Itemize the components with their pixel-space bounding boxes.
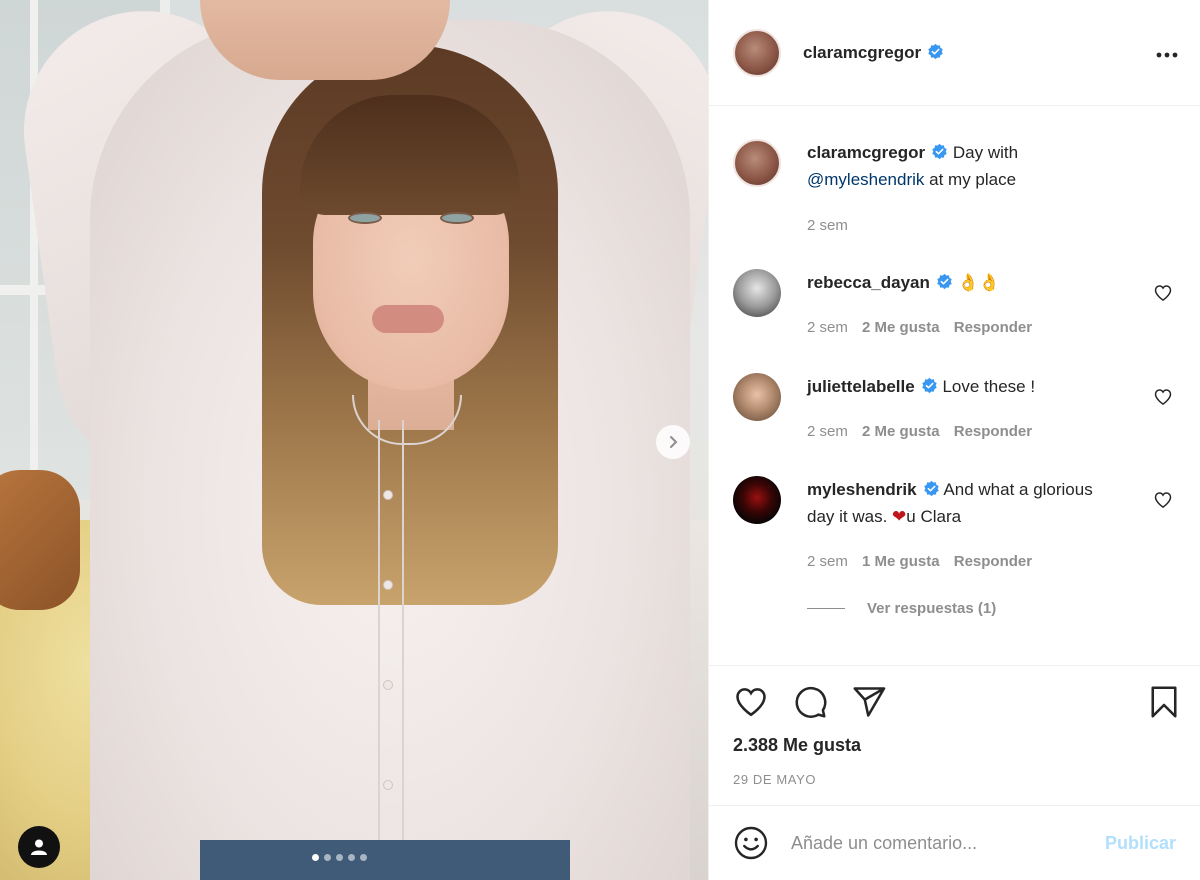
verified-badge-icon: [937, 273, 952, 290]
comment-content: 👌👌: [957, 273, 1000, 292]
photo-shirt-button: [383, 780, 393, 790]
comment-icon[interactable]: [792, 684, 828, 720]
view-replies-label[interactable]: Ver respuestas (1): [867, 600, 996, 617]
comment-likes-count[interactable]: 2 Me gusta: [862, 423, 940, 440]
caption-time[interactable]: 2 sem: [807, 217, 848, 234]
tagged-users-button[interactable]: [18, 826, 60, 868]
comment-likes-count[interactable]: 1 Me gusta: [862, 553, 940, 570]
send-icon[interactable]: [851, 684, 887, 720]
author-username[interactable]: claramcgregor: [803, 43, 944, 63]
emoji-icon[interactable]: [733, 825, 769, 861]
verified-badge-icon: [928, 43, 943, 59]
user-icon: [31, 839, 47, 855]
chevron-right-icon: [670, 436, 678, 448]
verified-badge-icon: [921, 377, 937, 394]
verified-badge-icon: [923, 480, 939, 497]
post-side-panel: claramcgregor claramcgregor Day with @my…: [708, 0, 1200, 880]
comment-time[interactable]: 2 sem: [807, 319, 848, 336]
comment-reply-button[interactable]: Responder: [954, 423, 1032, 440]
caption-text-start: Day with: [952, 143, 1019, 162]
photo-shirt-button: [383, 680, 393, 690]
red-heart-emoji-icon: ❤: [892, 507, 907, 526]
caption-avatar[interactable]: [733, 139, 781, 187]
author-avatar[interactable]: [733, 28, 781, 77]
comment-text: rebecca_dayan 👌👌: [807, 269, 1107, 296]
post-actions: 2.388 Me gusta 29 DE MAYO: [709, 665, 1200, 805]
comment-time[interactable]: 2 sem: [807, 553, 848, 570]
carousel-dot: [348, 854, 355, 861]
comment-likes-count[interactable]: 2 Me gusta: [862, 319, 940, 336]
caption-text-end: at my place: [929, 170, 1017, 189]
comment-username[interactable]: myleshendrik: [807, 480, 917, 499]
carousel-indicator: [312, 854, 367, 861]
photo-shirt-button: [383, 490, 393, 500]
photo-lips: [372, 305, 444, 333]
likes-count[interactable]: 2.388 Me gusta: [733, 735, 861, 756]
comment-text: juliettelabelle Love these !: [807, 373, 1107, 400]
photo-placket: [378, 420, 404, 880]
more-options-button[interactable]: [1156, 44, 1178, 58]
caption-username[interactable]: claramcgregor: [807, 143, 925, 162]
comment-like-heart-icon[interactable]: [1153, 490, 1173, 510]
photo-pillow: [0, 470, 80, 610]
photo-shirt-button: [383, 580, 393, 590]
post-photo[interactable]: [0, 0, 708, 880]
comment-username[interactable]: juliettelabelle: [807, 377, 915, 396]
more-horizontal-icon: [1156, 52, 1178, 58]
comment-text: myleshendrik And what a glorious day it …: [807, 476, 1107, 530]
post-date[interactable]: 29 DE MAYO: [733, 772, 816, 787]
verified-badge-icon: [932, 143, 947, 160]
comment-username[interactable]: rebecca_dayan: [807, 273, 930, 292]
caption-text: claramcgregor Day with @myleshendrik at …: [807, 139, 1107, 193]
caption-mention-link[interactable]: @myleshendrik: [807, 170, 924, 189]
comment-reply-button[interactable]: Responder: [954, 553, 1032, 570]
comment-like-heart-icon[interactable]: [1153, 387, 1173, 407]
comment-avatar[interactable]: [733, 476, 781, 524]
comment-time[interactable]: 2 sem: [807, 423, 848, 440]
carousel-dot: [324, 854, 331, 861]
comments-list[interactable]: claramcgregor Day with @myleshendrik at …: [709, 107, 1200, 665]
comment-meta: 2 sem 1 Me gusta Responder: [807, 553, 1042, 570]
post-header: claramcgregor: [709, 0, 1200, 106]
bookmark-icon[interactable]: [1146, 684, 1182, 720]
heart-icon[interactable]: [733, 684, 769, 720]
view-replies-button[interactable]: Ver respuestas (1): [807, 600, 996, 617]
carousel-dot: [312, 854, 319, 861]
carousel-next-button[interactable]: [656, 425, 690, 459]
publish-button[interactable]: Publicar: [1105, 833, 1176, 854]
photo-jeans: [200, 840, 570, 880]
comment-content: Love these !: [942, 377, 1036, 396]
comment-meta: 2 sem 2 Me gusta Responder: [807, 319, 1042, 336]
caption-meta: 2 sem: [807, 217, 858, 234]
photo-eye-left: [348, 212, 382, 224]
add-comment-bar: Publicar: [709, 805, 1200, 880]
carousel-dot: [336, 854, 343, 861]
carousel-dot: [360, 854, 367, 861]
view-replies-line: [807, 608, 845, 609]
comment-avatar[interactable]: [733, 373, 781, 421]
comment-content-end: u Clara: [906, 507, 962, 526]
comment-avatar[interactable]: [733, 269, 781, 317]
comment-input[interactable]: [791, 832, 1105, 854]
comment-like-heart-icon[interactable]: [1153, 283, 1173, 303]
author-username-text[interactable]: claramcgregor: [803, 43, 921, 62]
photo-eye-right: [440, 212, 474, 224]
comment-meta: 2 sem 2 Me gusta Responder: [807, 423, 1042, 440]
comment-reply-button[interactable]: Responder: [954, 319, 1032, 336]
